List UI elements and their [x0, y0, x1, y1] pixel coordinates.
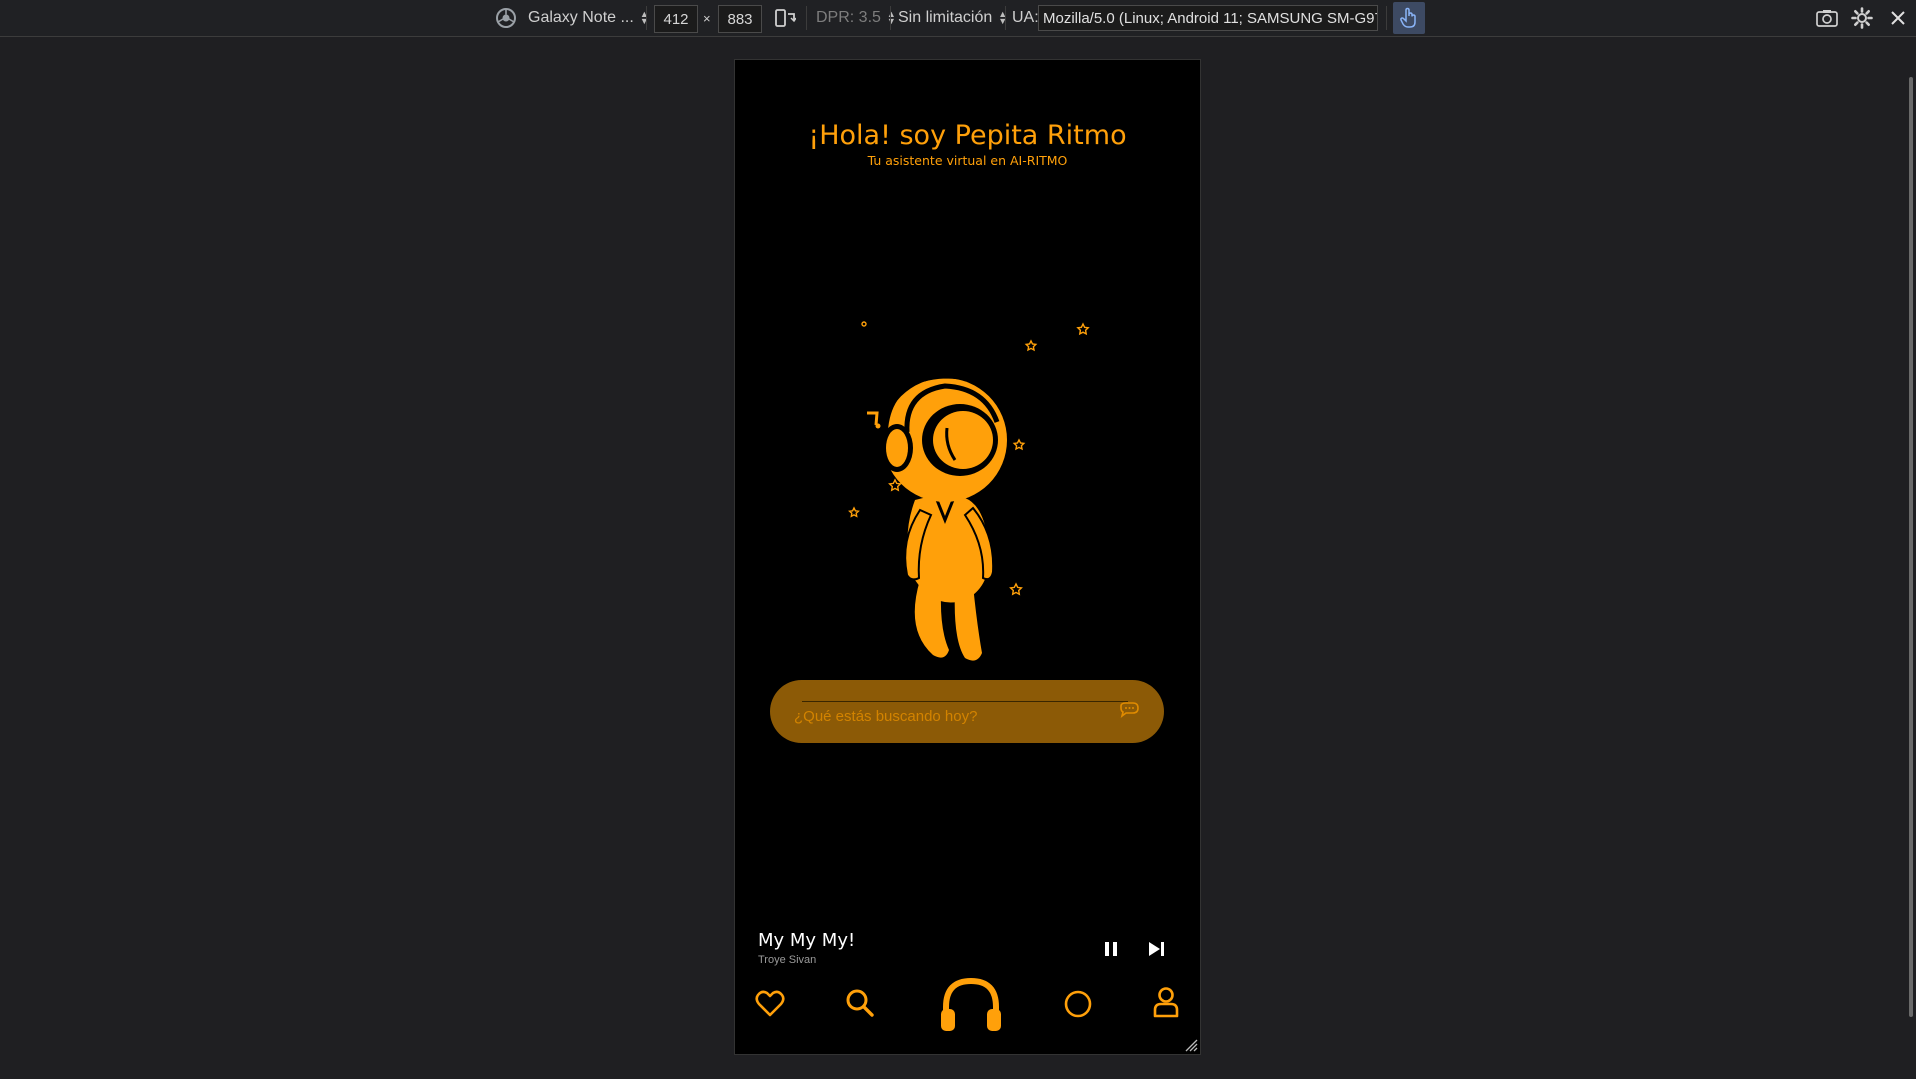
dropdown-arrows-icon: ▲ ▼	[639, 9, 649, 26]
page-subtitle: Tu asistente virtual en AI-RITMO	[867, 153, 1068, 168]
user-icon[interactable]	[1152, 986, 1180, 1018]
heart-icon[interactable]	[755, 990, 785, 1018]
astronaut-mascot	[848, 321, 1090, 661]
settings-button[interactable]	[1851, 0, 1873, 36]
width-input[interactable]: 412	[654, 5, 698, 33]
throttle-label: Sin limitación	[898, 9, 993, 26]
camera-icon	[1816, 10, 1838, 27]
headphones-icon[interactable]	[938, 975, 1004, 1033]
scroll-thumb[interactable]	[1909, 77, 1913, 1017]
screenshot-button[interactable]	[1816, 0, 1838, 36]
circle-icon[interactable]	[1063, 989, 1093, 1019]
chat-bubble-icon[interactable]	[1118, 702, 1140, 722]
pause-icon[interactable]	[1102, 940, 1120, 958]
now-playing-title[interactable]: My My My!	[758, 930, 855, 951]
resize-handle-icon[interactable]	[1184, 1038, 1198, 1052]
device-toolbar: Galaxy Note ... ▲ ▼ 412 × 883 DPR: 3.5 ▲ ▼…	[0, 0, 1916, 37]
user-agent-input[interactable]: Mozilla/5.0 (Linux; Android 11; SAMSUNG …	[1038, 5, 1378, 31]
times-sign: ×	[703, 10, 711, 26]
rotate-icon	[775, 9, 796, 27]
chrome-icon	[496, 8, 516, 28]
hand-pointer-icon	[1400, 7, 1416, 28]
device-selector[interactable]: Galaxy Note ... ▲ ▼	[496, 0, 649, 36]
throttle-selector[interactable]: Sin limitación ▲ ▼	[898, 0, 1007, 36]
page-title: ¡Hola! soy Pepita Ritmo	[808, 120, 1127, 151]
ua-label: UA:	[1012, 9, 1039, 26]
height-input[interactable]: 883	[718, 5, 762, 33]
device-viewport: ¡Hola! soy Pepita Ritmo Tu asistente vir…	[734, 59, 1201, 1055]
dpr-selector[interactable]: DPR: 3.5 ▲ ▼	[816, 0, 896, 36]
touch-toggle-button[interactable]	[1393, 2, 1425, 34]
dpr-label: DPR: 3.5	[816, 9, 881, 26]
dropdown-arrows-icon: ▲ ▼	[886, 9, 896, 26]
now-playing-artist: Troye Sivan	[758, 954, 817, 966]
skip-next-icon[interactable]	[1146, 940, 1166, 958]
gear-icon	[1851, 7, 1873, 29]
device-name: Galaxy Note ...	[528, 9, 634, 26]
search-icon[interactable]	[845, 988, 875, 1018]
close-icon	[1891, 11, 1905, 25]
page-scrollbar[interactable]	[1902, 37, 1916, 1079]
search-input[interactable]	[792, 701, 1096, 731]
close-button[interactable]	[1890, 0, 1906, 36]
rotate-button[interactable]	[774, 0, 796, 36]
search-bar	[770, 680, 1164, 743]
